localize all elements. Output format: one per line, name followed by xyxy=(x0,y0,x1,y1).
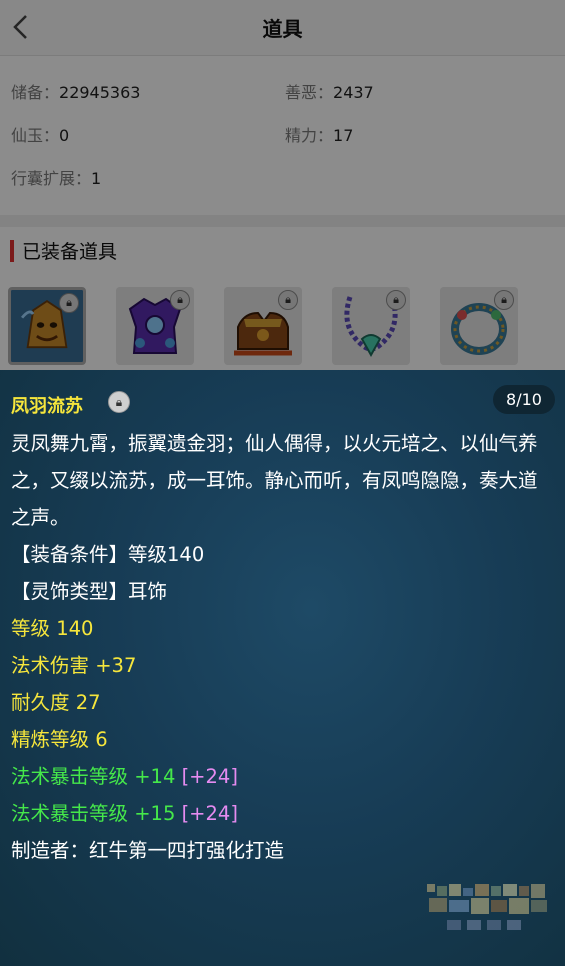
attribute-line: 精炼等级 6 xyxy=(11,728,108,751)
accessory-type: 【灵饰类型】耳饰 xyxy=(11,580,168,603)
bonus-attribute-line: 法术暴击等级 +15 [+24] xyxy=(11,802,238,825)
attribute-line: 法术伤害 +37 xyxy=(11,654,137,677)
item-tooltip-panel: 凤羽流苏 🔒︎ 8/10 灵凤舞九霄，振翼遗金羽；仙人偶得，以火元培之、以仙气养… xyxy=(0,370,565,966)
pixelated-logo-icon xyxy=(427,884,547,930)
durability-badge: 8/10 xyxy=(493,385,555,414)
lock-icon: 🔒︎ xyxy=(108,391,130,413)
watermark-logo xyxy=(423,880,553,940)
attribute-line: 耐久度 27 xyxy=(11,691,101,714)
modal-overlay[interactable] xyxy=(0,0,565,370)
item-name: 凤羽流苏 xyxy=(11,396,83,417)
equip-requirement: 【装备条件】等级140 xyxy=(11,543,205,566)
maker-line: 制造者：红牛第一四打强化打造 xyxy=(11,839,285,862)
bonus-attribute-line: 法术暴击等级 +14 [+24] xyxy=(11,765,238,788)
attribute-line: 等级 140 xyxy=(11,617,94,640)
item-description: 灵凤舞九霄，振翼遗金羽；仙人偶得，以火元培之、以仙气养之，又缀以流苏，成一耳饰。… xyxy=(11,432,538,529)
